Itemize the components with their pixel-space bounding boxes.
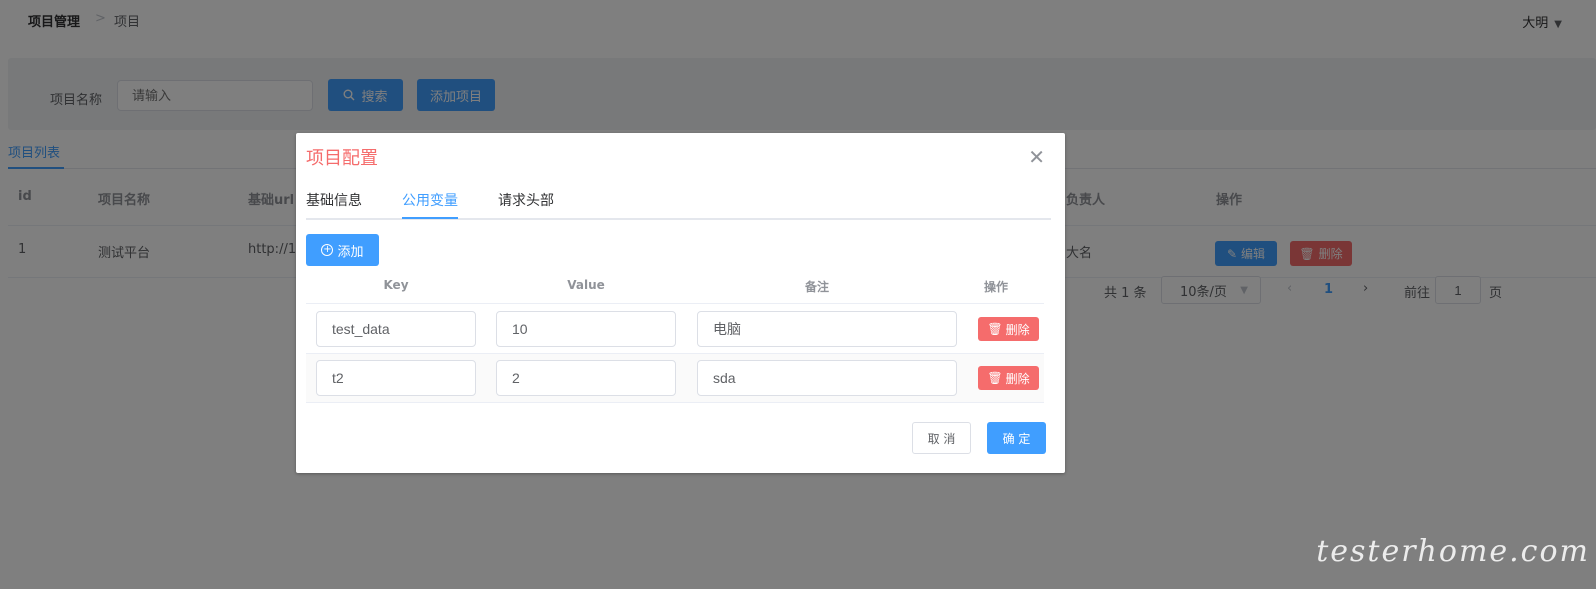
- table-header-divider: [306, 303, 1044, 304]
- variable-key-input[interactable]: [316, 360, 476, 396]
- trash-icon: 🗑: [987, 371, 1003, 385]
- close-icon[interactable]: ✕: [1028, 147, 1045, 167]
- variable-value-input[interactable]: [496, 360, 676, 396]
- column-header-key: Key: [383, 278, 409, 292]
- column-header-actions: 操作: [983, 280, 1008, 294]
- delete-variable-button[interactable]: 🗑 删除: [978, 317, 1039, 341]
- delete-variable-label: 删除: [1005, 322, 1030, 337]
- plus-circle-icon: +: [321, 244, 334, 256]
- variable-note-input[interactable]: [697, 360, 957, 396]
- table-row-divider: [306, 402, 1044, 403]
- tab-basic-info[interactable]: 基础信息: [306, 190, 362, 210]
- tab-public-variables[interactable]: 公用变量: [402, 190, 458, 210]
- cancel-button[interactable]: 取 消: [912, 422, 971, 454]
- project-config-dialog: 项目配置 ✕ 基础信息 公用变量 请求头部 + 添加 Key Value 备注 …: [296, 133, 1065, 473]
- tab-active-indicator: [402, 217, 458, 219]
- add-variable-label: 添加: [337, 244, 364, 260]
- add-variable-button[interactable]: + 添加: [306, 234, 379, 266]
- variable-note-input[interactable]: [697, 311, 957, 347]
- tab-request-headers[interactable]: 请求头部: [498, 190, 554, 210]
- trash-icon: 🗑: [987, 322, 1003, 336]
- dialog-title: 项目配置: [306, 148, 378, 169]
- column-header-note: 备注: [804, 280, 829, 294]
- delete-variable-label: 删除: [1005, 371, 1030, 386]
- confirm-button[interactable]: 确 定: [987, 422, 1046, 454]
- delete-variable-button[interactable]: 🗑 删除: [978, 366, 1039, 390]
- variable-key-input[interactable]: [316, 311, 476, 347]
- column-header-value: Value: [567, 278, 605, 292]
- variable-value-input[interactable]: [496, 311, 676, 347]
- watermark: testerhome.com: [1316, 534, 1590, 569]
